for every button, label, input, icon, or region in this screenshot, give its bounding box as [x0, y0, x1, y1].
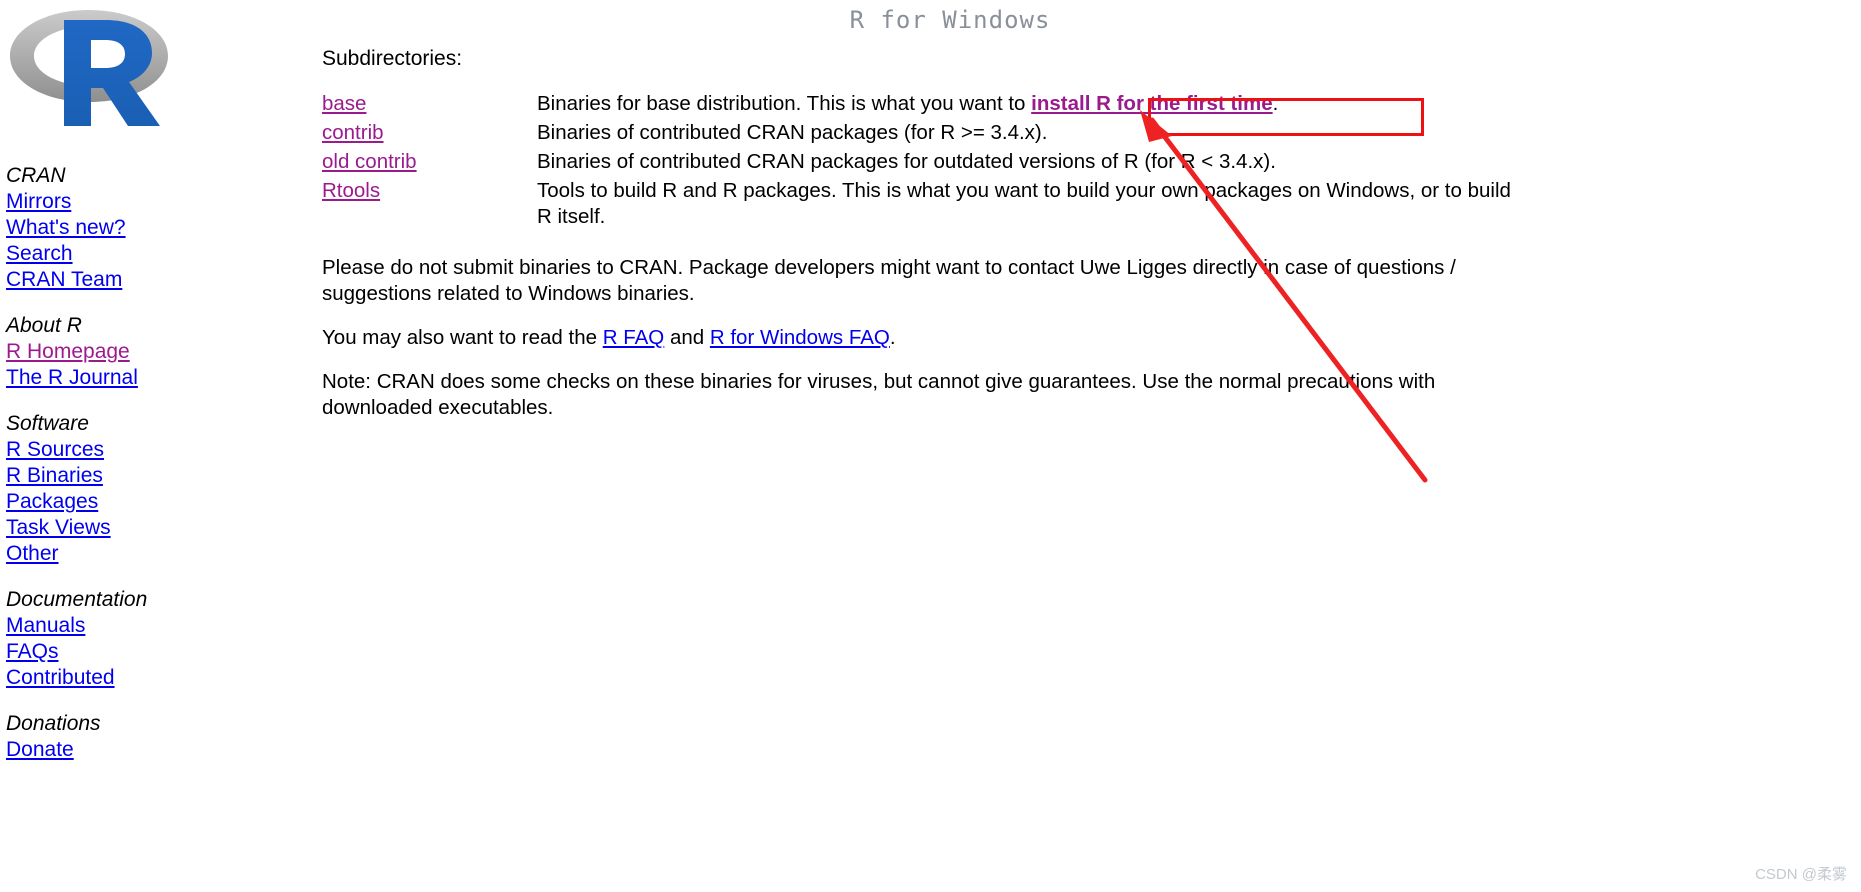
sidebar-item-contributed[interactable]: Contributed — [6, 665, 296, 691]
subdir-name-cell: contrib — [322, 120, 537, 149]
csdn-watermark: CSDN @柔雾 — [1755, 866, 1847, 883]
sidebar-item-r-binaries[interactable]: R Binaries — [6, 463, 296, 489]
link-base[interactable]: base — [322, 92, 366, 115]
nav-group-about-r: About R R Homepage The R Journal — [6, 313, 296, 391]
nav-heading-cran: CRAN — [6, 164, 66, 187]
sidebar-item-the-r-journal[interactable]: The R Journal — [6, 365, 296, 391]
nav-group-software: Software R Sources R Binaries Packages T… — [6, 411, 296, 567]
subdir-name-cell: base — [322, 91, 537, 120]
subdir-desc-cell: Binaries of contributed CRAN packages (f… — [537, 121, 1048, 144]
nav-heading-donations: Donations — [6, 712, 101, 735]
paragraph-note-viruses: Note: CRAN does some checks on these bin… — [322, 370, 1436, 419]
sidebar-item-search[interactable]: Search — [6, 241, 296, 267]
desc-base-after: . — [1272, 92, 1279, 115]
link-contrib[interactable]: contrib — [322, 121, 384, 144]
nav-heading-documentation: Documentation — [6, 588, 148, 611]
subdir-name-cell: old contrib — [322, 149, 537, 178]
nav-group-donations: Donations Donate — [6, 711, 296, 763]
sidebar: CRAN Mirrors What's new? Search CRAN Tea… — [0, 0, 300, 892]
sidebar-item-donate[interactable]: Donate — [6, 737, 296, 763]
desc-base-before: Binaries for base distribution. This is … — [537, 92, 1032, 115]
nav-heading-about-r: About R — [6, 314, 82, 337]
faq-text-after: . — [889, 326, 896, 349]
link-install-r-first-time[interactable]: install R for the first time — [1031, 92, 1272, 115]
sidebar-item-mirrors[interactable]: Mirrors — [6, 189, 296, 215]
link-r-faq[interactable]: R FAQ — [603, 326, 665, 349]
subdir-desc-cell: Tools to build R and R packages. This is… — [537, 179, 1511, 228]
sidebar-item-r-sources[interactable]: R Sources — [6, 437, 296, 463]
link-old-contrib[interactable]: old contrib — [322, 150, 417, 173]
subdir-desc-cell: Binaries of contributed CRAN packages fo… — [537, 150, 1276, 173]
sidebar-item-other[interactable]: Other — [6, 541, 296, 567]
link-r-for-windows-faq[interactable]: R for Windows FAQ — [710, 326, 890, 349]
sidebar-item-faqs[interactable]: FAQs — [6, 639, 296, 665]
sidebar-item-cran-team[interactable]: CRAN Team — [6, 267, 296, 293]
table-row: old contrib Binaries of contributed CRAN… — [322, 149, 1522, 178]
content-body: Subdirectories: base Binaries for base d… — [322, 45, 1822, 439]
table-row: base Binaries for base distribution. Thi… — [322, 91, 1522, 120]
main-content: R for Windows Subdirectories: base Binar… — [300, 0, 1861, 892]
faq-text-before: You may also want to read the — [322, 326, 603, 349]
page-title: R for Windows — [849, 6, 1051, 34]
table-row: contrib Binaries of contributed CRAN pac… — [322, 120, 1522, 149]
sidebar-item-manuals[interactable]: Manuals — [6, 613, 296, 639]
table-row: Rtools Tools to build R and R packages. … — [322, 178, 1522, 233]
sidebar-item-r-homepage[interactable]: R Homepage — [6, 339, 296, 365]
subdirectories-table: base Binaries for base distribution. Thi… — [322, 91, 1522, 233]
sidebar-item-whats-new[interactable]: What's new? — [6, 215, 296, 241]
faq-text-middle: and — [664, 326, 710, 349]
nav-group-documentation: Documentation Manuals FAQs Contributed — [6, 587, 296, 691]
sidebar-nav: CRAN Mirrors What's new? Search CRAN Tea… — [6, 163, 296, 783]
subdir-name-cell: Rtools — [322, 178, 537, 233]
nav-heading-software: Software — [6, 412, 89, 435]
scrollbar[interactable] — [1855, 0, 1861, 892]
subdir-desc-cell: Binaries for base distribution. This is … — [537, 91, 1522, 120]
sidebar-item-packages[interactable]: Packages — [6, 489, 296, 515]
paragraph-submit-binaries: Please do not submit binaries to CRAN. P… — [322, 256, 1456, 305]
subdirectories-label: Subdirectories: — [322, 47, 463, 70]
paragraph-faq: You may also want to read the R FAQ and … — [322, 325, 1537, 351]
link-rtools[interactable]: Rtools — [322, 179, 380, 202]
r-logo — [8, 4, 170, 130]
sidebar-item-task-views[interactable]: Task Views — [6, 515, 296, 541]
nav-group-cran: CRAN Mirrors What's new? Search CRAN Tea… — [6, 163, 296, 293]
